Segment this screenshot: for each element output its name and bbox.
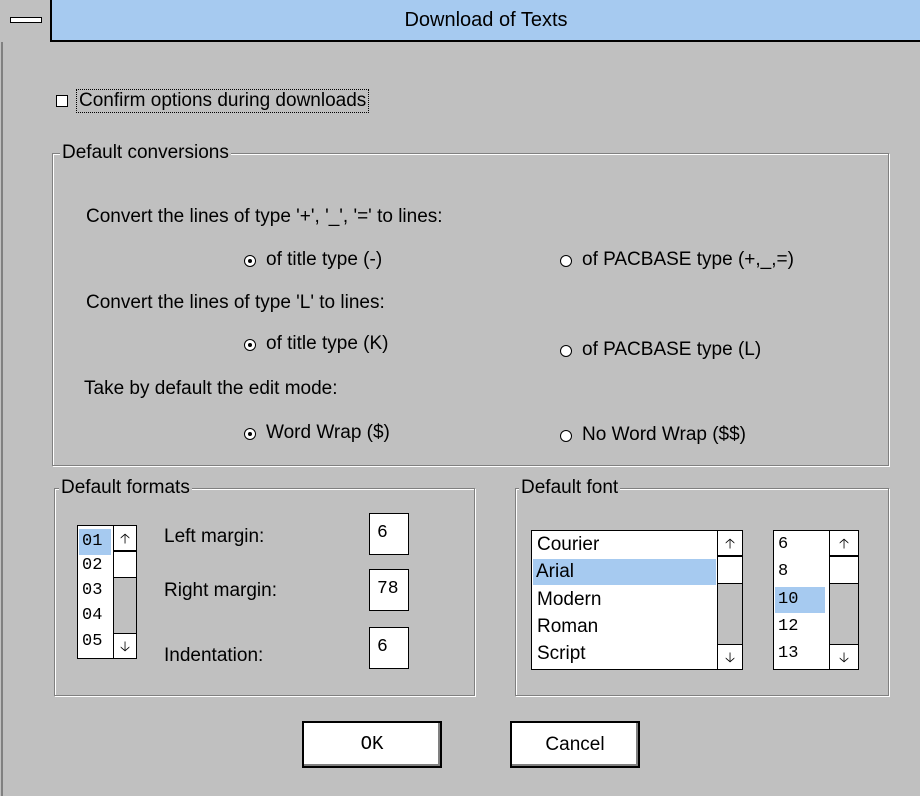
word-wrap-radio[interactable] — [244, 428, 256, 440]
scroll-thumb[interactable] — [717, 556, 743, 584]
down-arrow-icon[interactable]: 🡣 — [829, 644, 859, 670]
font-face-scrollbar[interactable]: 🡡 🡣 — [717, 530, 743, 670]
line-plus-pacbase-label[interactable]: of PACBASE type (+,_,=) — [582, 249, 794, 271]
format-list-item[interactable]: 05 — [79, 629, 102, 655]
system-menu-button[interactable] — [0, 0, 52, 42]
no-word-wrap-radio[interactable] — [560, 430, 572, 442]
default-conversions-legend: Default conversions — [60, 142, 231, 164]
format-list-item[interactable]: 04 — [79, 603, 102, 629]
font-face-list[interactable]: Courier Arial Modern Roman Script 🡡 🡣 — [531, 530, 743, 670]
cancel-button[interactable]: Cancel — [510, 721, 640, 768]
line-plus-pacbase-radio[interactable] — [560, 255, 572, 267]
line-L-title-radio[interactable] — [244, 339, 256, 351]
line-plus-title-radio[interactable] — [244, 255, 256, 267]
ok-button[interactable]: OK — [302, 721, 442, 768]
format-list-item[interactable]: 03 — [79, 578, 102, 604]
confirm-label-text: Confirm options during downloads — [79, 90, 367, 111]
font-size-item[interactable]: 10 — [775, 587, 825, 613]
line-L-pacbase-label[interactable]: of PACBASE type (L) — [582, 339, 761, 361]
font-face-item[interactable]: Arial — [533, 559, 716, 585]
font-face-item[interactable]: Modern — [534, 587, 601, 613]
font-size-item[interactable]: 12 — [775, 614, 798, 640]
window-title: Download of Texts — [404, 9, 568, 31]
default-formats-legend: Default formats — [59, 477, 192, 499]
down-arrow-icon[interactable]: 🡣 — [717, 644, 743, 670]
font-size-scrollbar[interactable]: 🡡 🡣 — [829, 530, 859, 670]
line-plus-title-label[interactable]: of title type (-) — [266, 249, 382, 271]
system-menu-icon — [10, 17, 42, 23]
confirm-checkbox-label[interactable]: Confirm options during downloads — [76, 89, 370, 113]
font-size-item[interactable]: 8 — [775, 559, 788, 585]
font-face-item[interactable]: Roman — [534, 614, 598, 640]
scroll-thumb[interactable] — [829, 556, 859, 584]
default-font-legend: Default font — [519, 477, 621, 499]
left-margin-field[interactable]: 6 — [369, 513, 409, 555]
line-L-pacbase-radio[interactable] — [560, 345, 572, 357]
line-L-prompt: Convert the lines of type 'L' to lines: — [86, 292, 385, 313]
font-face-item[interactable]: Courier — [534, 532, 599, 558]
edit-mode-prompt: Take by default the edit mode: — [84, 378, 338, 399]
word-wrap-label[interactable]: Word Wrap ($) — [266, 422, 390, 444]
up-arrow-icon[interactable]: 🡡 — [829, 530, 859, 556]
font-size-item[interactable]: 13 — [775, 641, 798, 667]
line-plus-prompt: Convert the lines of type '+', '_', '=' … — [86, 206, 443, 227]
scroll-thumb[interactable] — [113, 551, 137, 578]
right-margin-label: Right margin: — [164, 580, 277, 601]
right-margin-field[interactable]: 78 — [369, 569, 409, 611]
window-frame — [1, 42, 3, 796]
format-list-scrollbar[interactable]: 🡡 🡣 — [113, 525, 137, 659]
font-size-list[interactable]: 6 8 10 12 13 🡡 🡣 — [773, 530, 859, 670]
line-L-title-label[interactable]: of title type (K) — [266, 333, 389, 355]
up-arrow-icon[interactable]: 🡡 — [717, 530, 743, 556]
indentation-field[interactable]: 6 — [369, 627, 409, 669]
indentation-label: Indentation: — [164, 645, 264, 666]
format-list-item[interactable]: 01 — [79, 529, 111, 555]
up-arrow-icon[interactable]: 🡡 — [113, 525, 137, 551]
down-arrow-icon[interactable]: 🡣 — [113, 633, 137, 659]
format-list-item[interactable]: 02 — [79, 553, 102, 579]
format-list[interactable]: 01 02 03 04 05 🡡 🡣 — [77, 525, 137, 659]
font-size-item[interactable]: 6 — [775, 532, 788, 558]
left-margin-label: Left margin: — [164, 526, 265, 547]
font-face-item[interactable]: Script — [534, 641, 586, 667]
no-word-wrap-label[interactable]: No Word Wrap ($$) — [582, 424, 746, 446]
confirm-checkbox[interactable] — [56, 95, 68, 107]
